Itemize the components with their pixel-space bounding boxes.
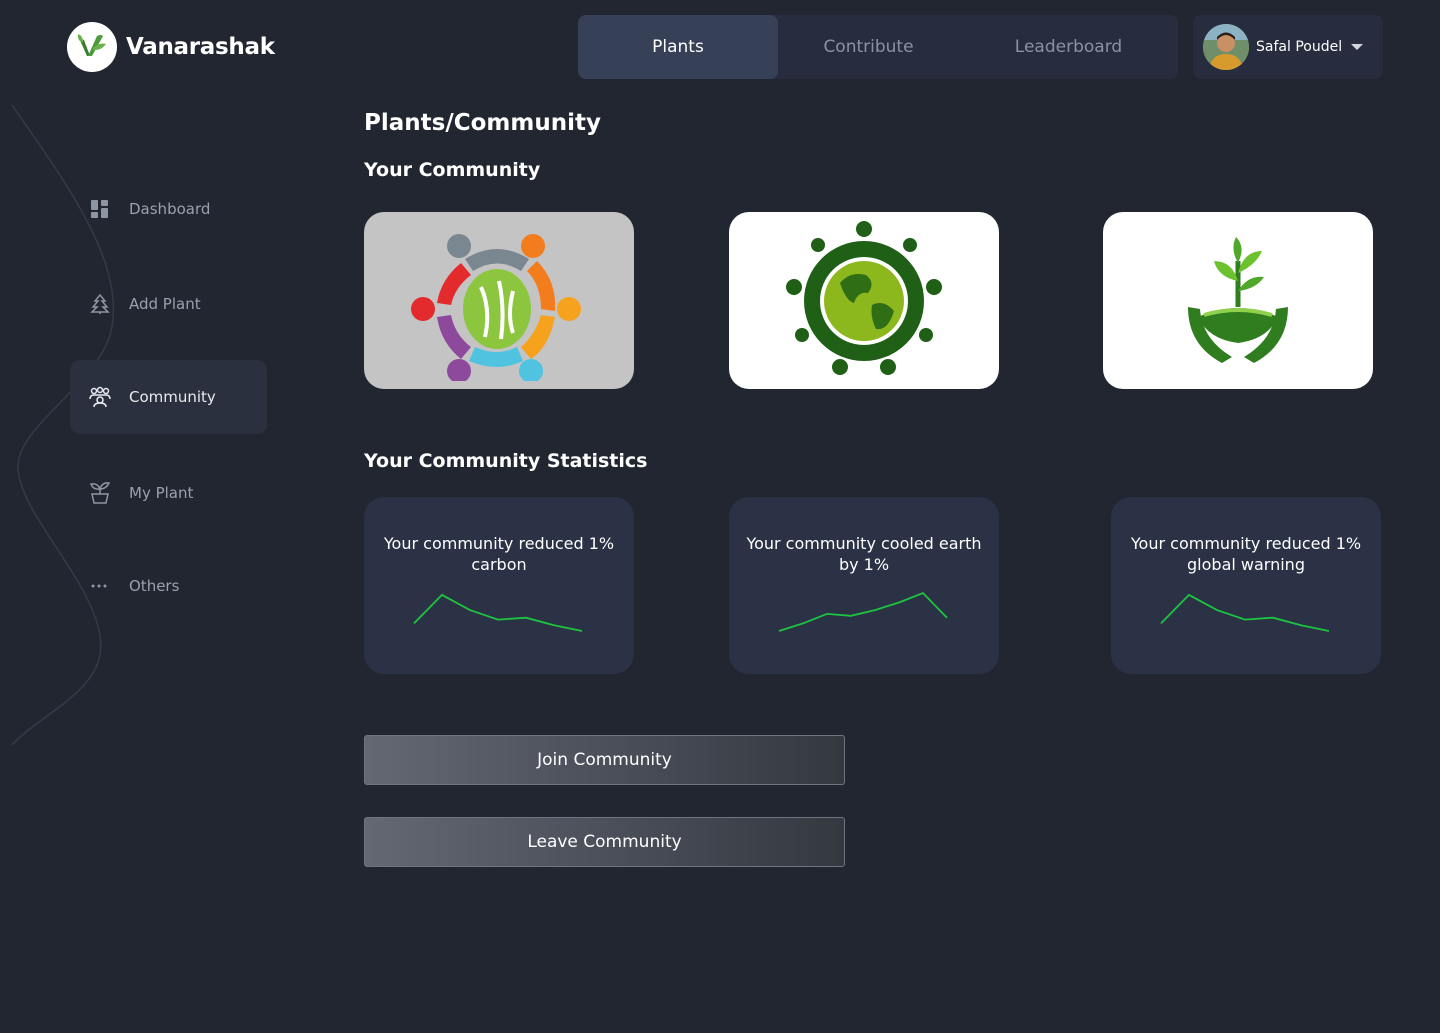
tree-icon [88,292,112,316]
hands-circle-logo-icon [411,233,581,381]
ellipsis-icon [88,574,112,598]
tab-leaderboard[interactable]: Leaderboard [959,15,1178,79]
dashboard-grid-icon [88,197,112,221]
people-around-globe-logo-icon [786,220,942,375]
sidebar-item-others[interactable]: Others [88,549,266,623]
sidebar-item-label: Others [129,577,180,595]
caret-down-icon[interactable] [1351,44,1364,50]
trend-sparkline [413,593,583,632]
stat-card-carbon: Your community reduced 1% carbon [364,497,634,674]
sidebar-item-label: Community [129,388,216,406]
sidebar-item-dashboard[interactable]: Dashboard [88,172,266,246]
stats-section-title: Your Community Statistics [364,450,648,472]
potted-plant-icon [88,481,112,505]
sidebar-item-add-plant[interactable]: Add Plant [88,267,266,341]
top-nav: Plants Contribute Leaderboard [578,15,1178,79]
user-menu[interactable]: Safal Poudel [1193,15,1383,79]
stat-card-warming: Your community reduced 1% global warning [1111,497,1381,674]
stat-card-cooled: Your community cooled earth by 1% [729,497,999,674]
trend-sparkline [1160,593,1330,632]
sidebar-item-label: My Plant [129,484,194,502]
sidebar-item-my-plant[interactable]: My Plant [88,456,266,530]
sidebar-item-community[interactable]: Community [70,360,267,434]
sprout-in-hands-logo-icon [1188,236,1288,363]
stat-text: Your community reduced 1% carbon [383,534,615,574]
stat-text: Your community reduced 1% global warning [1130,534,1362,574]
avatar [1203,24,1249,70]
people-group-icon [88,385,112,409]
brand-logo[interactable]: Vanarashak [67,22,275,72]
join-community-button[interactable]: Join Community [364,735,845,785]
tab-plants[interactable]: Plants [578,15,778,79]
user-name: Safal Poudel [1256,39,1343,55]
leave-community-button[interactable]: Leave Community [364,817,845,867]
brand-name: Vanarashak [126,34,275,60]
trend-sparkline [778,591,948,632]
community-section-title: Your Community [364,159,541,181]
community-card-hands-circle[interactable] [364,212,634,389]
sidebar-item-label: Add Plant [129,295,201,313]
leaf-logo-icon [67,22,117,72]
community-card-people-globe[interactable] [729,212,999,389]
community-card-sprout-hands[interactable] [1103,212,1373,389]
tab-contribute[interactable]: Contribute [778,15,959,79]
sidebar-item-label: Dashboard [129,200,211,218]
stat-text: Your community cooled earth by 1% [746,534,982,574]
breadcrumb: Plants/Community [364,110,601,136]
